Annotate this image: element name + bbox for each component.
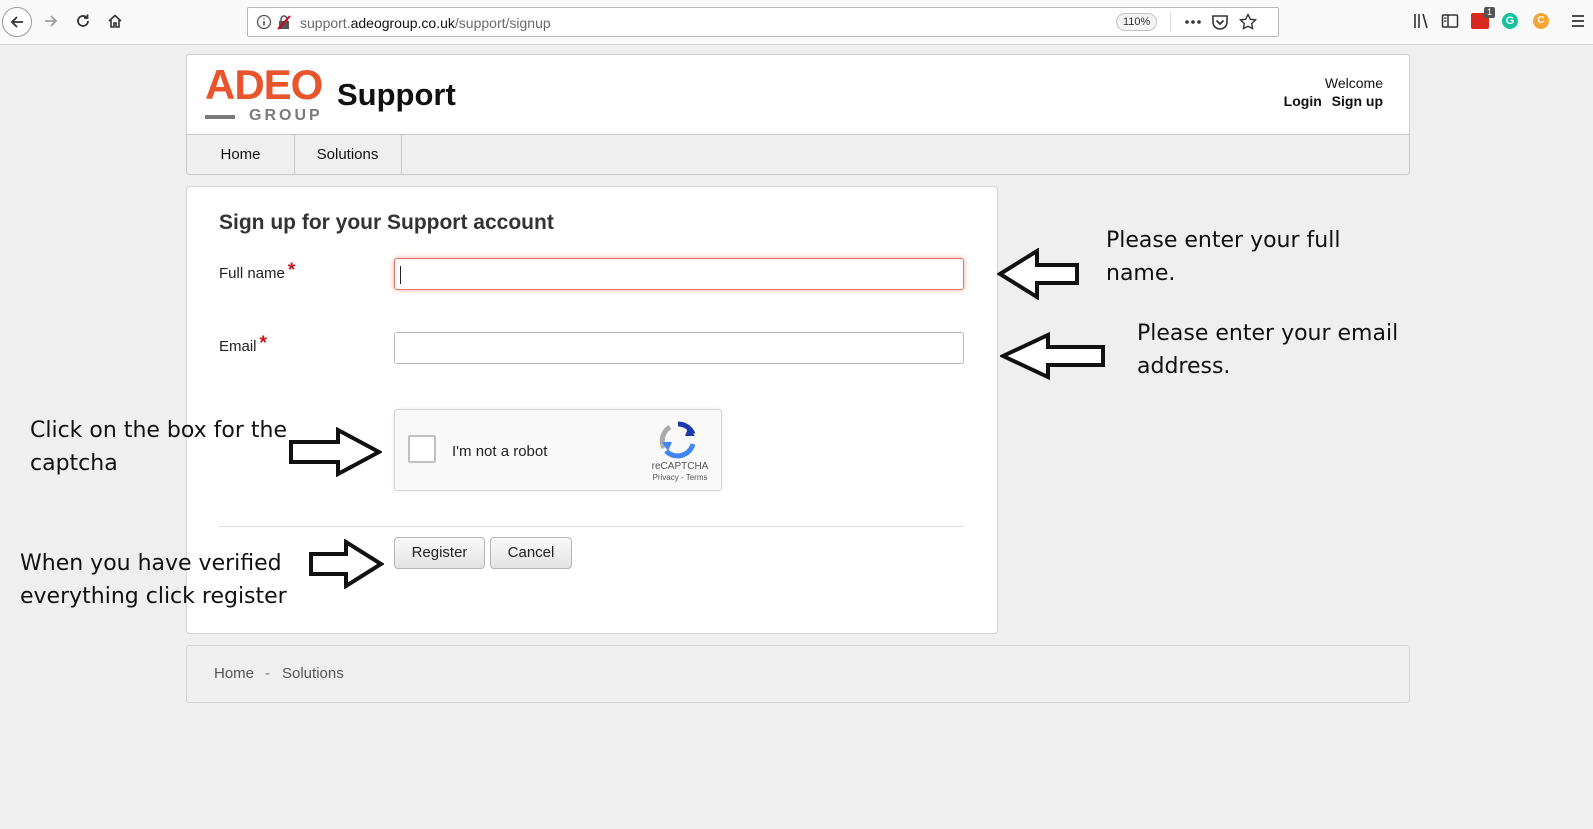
menu-icon[interactable] xyxy=(1568,10,1588,32)
insecure-lock-icon xyxy=(277,15,291,30)
form-heading: Sign up for your Support account xyxy=(219,211,554,234)
arrow-right-icon xyxy=(309,539,384,589)
arrow-left-icon xyxy=(1000,332,1105,380)
reload-icon xyxy=(77,14,89,27)
email-input[interactable] xyxy=(394,332,964,364)
arrow-left-icon xyxy=(997,248,1079,300)
honey-extension-icon[interactable]: C xyxy=(1531,10,1551,32)
extension-badge-count: 1 xyxy=(1483,7,1495,18)
footer-separator: - xyxy=(265,665,270,682)
svg-text:GROUP: GROUP xyxy=(249,107,323,124)
footer: Home - Solutions xyxy=(186,645,1410,703)
arrow-right-icon xyxy=(289,427,382,477)
form-divider xyxy=(219,526,964,527)
url-text: support.adeogroup.co.uk/support/signup xyxy=(300,15,551,31)
arrow-right-icon xyxy=(45,15,58,27)
nav-item-solutions[interactable]: Solutions xyxy=(294,135,402,174)
address-bar[interactable]: support.adeogroup.co.uk/support/signup 1… xyxy=(247,7,1279,37)
signup-link[interactable]: Sign up xyxy=(1332,93,1383,109)
library-icon[interactable] xyxy=(1411,10,1431,32)
arrow-left-icon xyxy=(10,16,23,28)
auth-links: Login Sign up xyxy=(1278,93,1383,109)
main-nav: Home Solutions xyxy=(186,134,1410,175)
footer-link-solutions[interactable]: Solutions xyxy=(282,665,344,682)
bookmark-star-icon[interactable] xyxy=(1238,11,1258,33)
cancel-button[interactable]: Cancel xyxy=(490,537,572,569)
browser-toolbar: support.adeogroup.co.uk/support/signup 1… xyxy=(0,0,1593,45)
nav-item-home[interactable]: Home xyxy=(187,135,295,174)
welcome-text: Welcome xyxy=(1324,75,1383,91)
register-button[interactable]: Register xyxy=(394,537,485,569)
required-marker: * xyxy=(259,333,267,354)
required-marker: * xyxy=(287,260,296,281)
back-button[interactable] xyxy=(2,7,32,37)
recaptcha-logo-icon xyxy=(659,421,696,459)
site-title: Support xyxy=(337,77,456,112)
forward-button[interactable] xyxy=(36,6,66,36)
recaptcha-checkbox[interactable] xyxy=(408,435,436,463)
full-name-input[interactable] xyxy=(394,258,964,290)
home-icon xyxy=(108,14,122,28)
login-link[interactable]: Login xyxy=(1284,93,1322,109)
annotation-register: When you have verified everything click r… xyxy=(20,551,287,609)
recaptcha-terms-links[interactable]: Privacy - Terms xyxy=(643,473,717,482)
recaptcha-brand: reCAPTCHA xyxy=(651,461,709,472)
footer-link-home[interactable]: Home xyxy=(214,665,254,682)
adeo-group-logo[interactable]: ADEO GROUP xyxy=(205,61,329,127)
annotation-full-name: Please enter your full name. xyxy=(1106,228,1341,286)
page-actions-icon[interactable] xyxy=(1183,11,1203,33)
svg-text:ADEO: ADEO xyxy=(205,63,322,108)
sidebar-icon[interactable] xyxy=(1440,10,1460,32)
email-label: Email * xyxy=(219,333,267,355)
recaptcha-widget: I'm not a robot reCAPTCHA Privacy - Term… xyxy=(394,409,722,491)
url-separator xyxy=(1170,12,1171,32)
annotation-email: Please enter your email address. xyxy=(1137,321,1399,379)
reload-button[interactable] xyxy=(68,6,98,36)
text-caret xyxy=(400,266,401,284)
grammarly-icon[interactable]: G xyxy=(1500,10,1520,32)
pocket-icon[interactable] xyxy=(1210,11,1230,33)
annotation-captcha: Click on the box for the captcha xyxy=(30,418,288,476)
recaptcha-label: I'm not a robot xyxy=(452,443,548,460)
site-header: ADEO GROUP Support Welcome Login Sign up xyxy=(186,54,1410,135)
extension-badge-icon[interactable]: 1 xyxy=(1470,7,1495,32)
home-button[interactable] xyxy=(100,6,130,36)
full-name-label: Full name * xyxy=(219,260,296,282)
zoom-level-badge[interactable]: 110% xyxy=(1116,13,1158,31)
info-icon xyxy=(256,14,272,30)
